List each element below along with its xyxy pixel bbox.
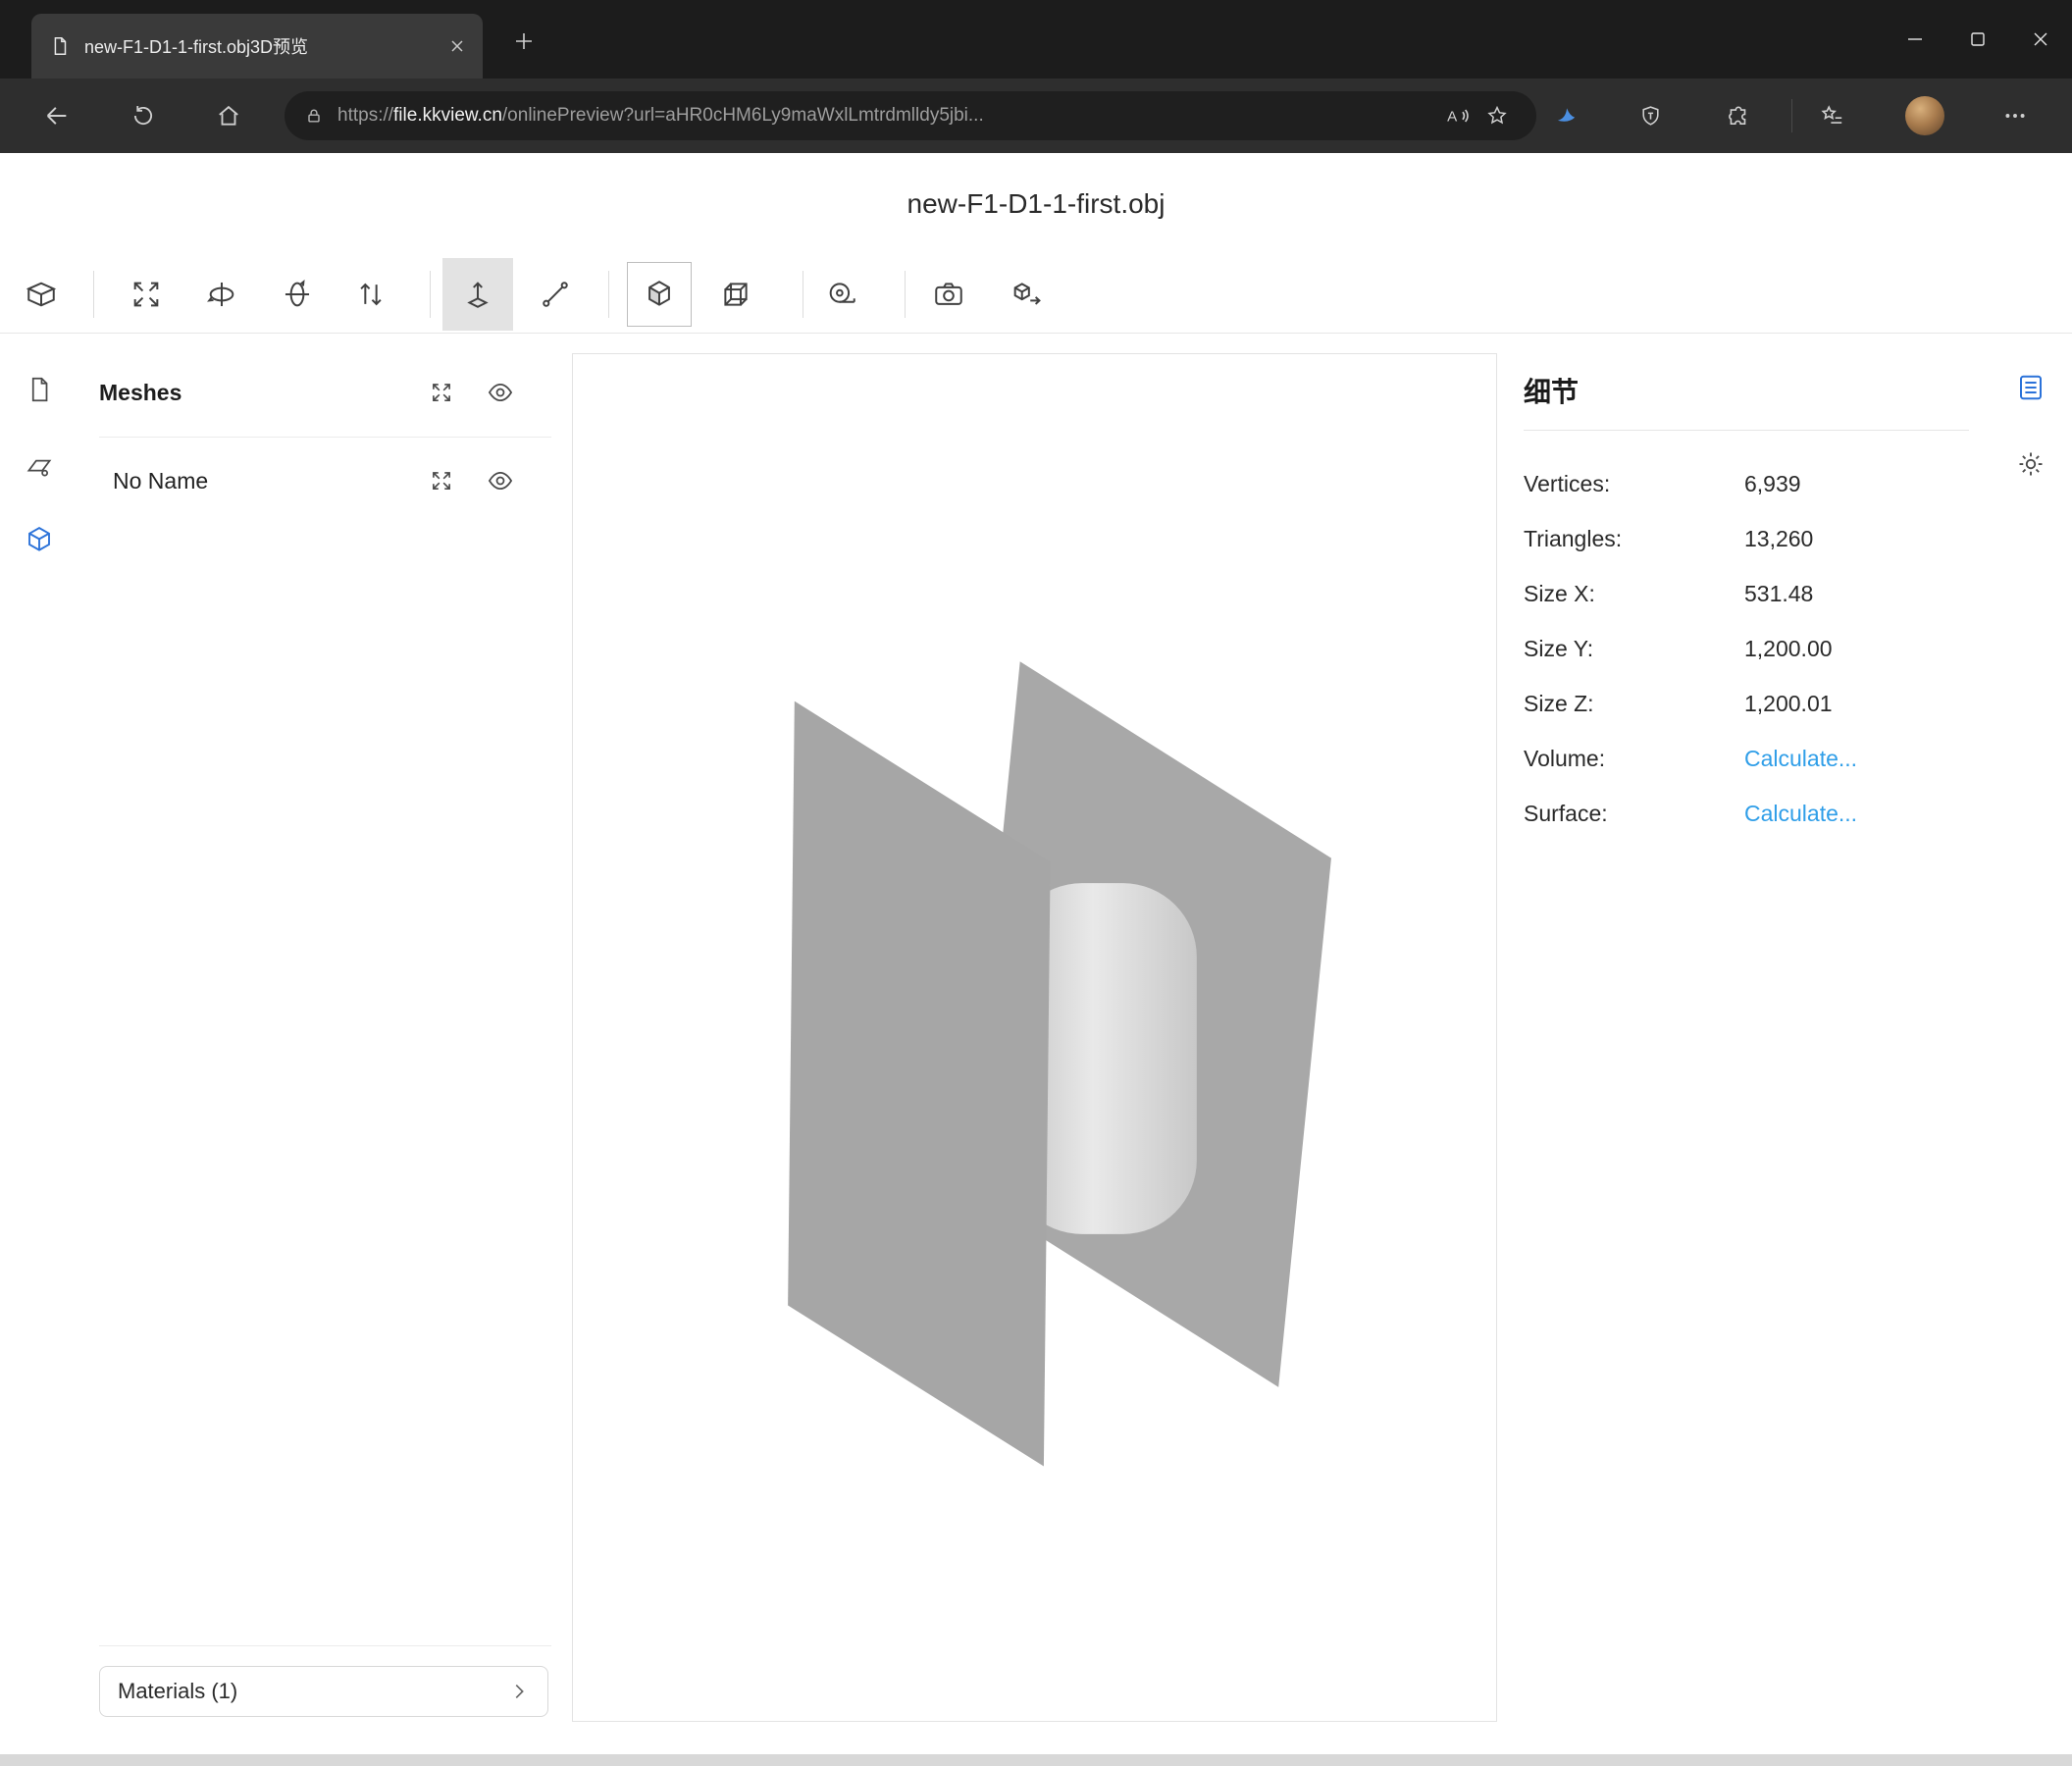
move-tool-button[interactable] (442, 258, 513, 331)
back-icon[interactable] (35, 94, 78, 137)
visibility-all-icon[interactable] (484, 376, 517, 409)
toolbar-separator (93, 271, 94, 318)
detail-row-surface: Surface: Calculate... (1524, 786, 1975, 841)
browser-titlebar: new-F1-D1-1-first.obj3D预览 (0, 0, 2072, 78)
materials-divider (99, 1645, 551, 1646)
meshes-panel: Meshes No Name (79, 353, 551, 1722)
settings-gear-icon[interactable] (2009, 442, 2052, 486)
window-minimize-button[interactable] (1884, 0, 1946, 78)
toolbar-separator (608, 271, 609, 318)
profile-avatar[interactable] (1905, 96, 1944, 135)
detail-value: 1,200.00 (1744, 636, 1833, 662)
detail-row-vertices: Vertices: 6,939 (1524, 456, 1975, 511)
mesh-list-item[interactable]: No Name (99, 459, 551, 502)
detail-value: 531.48 (1744, 581, 1813, 607)
extensions-puzzle-icon[interactable] (1717, 94, 1760, 137)
measure-tape-button[interactable] (814, 267, 869, 322)
detail-label: Size Z: (1524, 691, 1744, 717)
toolbar-separator (430, 271, 431, 318)
calculate-surface-link[interactable]: Calculate... (1744, 801, 1857, 827)
details-divider (1524, 430, 1969, 431)
detail-row-volume: Volume: Calculate... (1524, 731, 1975, 786)
material-tab-icon[interactable] (18, 443, 61, 487)
fit-all-icon[interactable] (425, 376, 458, 409)
svg-text:A: A (1447, 108, 1458, 125)
url-text: https://file.kkview.cn/onlinePreview?url… (337, 105, 1438, 127)
tab-title: new-F1-D1-1-first.obj3D预览 (84, 33, 449, 59)
screenshot-button[interactable] (921, 267, 976, 322)
home-icon[interactable] (207, 94, 250, 137)
export-model-button[interactable] (999, 267, 1054, 322)
orthographic-view-button[interactable] (708, 267, 763, 322)
detail-label: Size X: (1524, 581, 1744, 607)
rotate-horizontal-button[interactable] (194, 267, 249, 322)
fit-mesh-icon[interactable] (425, 464, 458, 497)
toolbar-separator (905, 271, 906, 318)
detail-row-size-z: Size Z: 1,200.01 (1524, 676, 1975, 731)
detail-label: Surface: (1524, 801, 1744, 827)
detail-value: 13,260 (1744, 526, 1813, 552)
chevron-right-icon (508, 1681, 530, 1702)
visibility-mesh-icon[interactable] (484, 464, 517, 497)
page-bottom-strip (0, 1754, 2072, 1766)
url-protocol: https:// (337, 105, 393, 126)
tab-close-icon[interactable] (449, 38, 465, 54)
materials-label: Materials (1) (118, 1679, 237, 1704)
detail-row-size-x: Size X: 531.48 (1524, 566, 1975, 621)
rotate-vertical-button[interactable] (270, 267, 325, 322)
perspective-view-button[interactable] (627, 262, 692, 327)
lock-icon (304, 106, 324, 126)
fit-view-button[interactable] (119, 267, 174, 322)
shield-extension-icon[interactable] (1629, 94, 1672, 137)
file-info-tab-icon[interactable] (18, 368, 61, 411)
window-close-button[interactable] (2009, 0, 2072, 78)
address-bar[interactable]: https://file.kkview.cn/onlinePreview?url… (285, 91, 1536, 140)
favorite-star-icon[interactable] (1477, 96, 1517, 135)
window-maximize-button[interactable] (1946, 0, 2009, 78)
browser-menu-icon[interactable] (1994, 94, 2037, 137)
new-tab-button[interactable] (502, 20, 545, 63)
details-rows: Vertices: 6,939 Triangles: 13,260 Size X… (1524, 456, 1975, 841)
meshes-header-label: Meshes (99, 380, 181, 406)
favorites-hub-icon[interactable] (1811, 94, 1854, 137)
page-file-icon (49, 35, 71, 57)
refresh-icon[interactable] (122, 94, 165, 137)
navbar-divider (1791, 99, 1792, 132)
3d-viewport[interactable] (572, 353, 1497, 1722)
url-domain: file.kkview.cn (393, 105, 502, 126)
flip-vertical-button[interactable] (343, 267, 398, 322)
detail-label: Vertices: (1524, 471, 1744, 497)
details-list-icon[interactable] (2009, 366, 2052, 409)
detail-label: Size Y: (1524, 636, 1744, 662)
window-controls (1884, 0, 2072, 78)
browser-tab[interactable]: new-F1-D1-1-first.obj3D预览 (31, 14, 483, 78)
open-model-button[interactable] (14, 267, 69, 322)
meshes-header-row: Meshes (99, 371, 551, 414)
calculate-volume-link[interactable]: Calculate... (1744, 746, 1857, 772)
materials-button[interactable]: Materials (1) (99, 1666, 548, 1717)
url-path: /onlinePreview?url=aHR0cHM6Ly9maWxlLmtrd… (502, 105, 984, 126)
extension-icon-blue[interactable] (1544, 94, 1587, 137)
detail-value: 6,939 (1744, 471, 1801, 497)
model-tab-icon[interactable] (18, 518, 61, 561)
detail-value: 1,200.01 (1744, 691, 1833, 717)
browser-navbar: https://file.kkview.cn/onlinePreview?url… (0, 78, 2072, 153)
mesh-name-label: No Name (113, 468, 208, 494)
viewer-toolbar (0, 255, 2072, 334)
read-aloud-icon[interactable]: A (1438, 96, 1477, 135)
viewer-page: new-F1-D1-1-first.obj (0, 153, 2072, 1766)
page-title: new-F1-D1-1-first.obj (0, 188, 2072, 220)
meshes-header-divider (99, 437, 551, 438)
draw-line-button[interactable] (528, 267, 583, 322)
details-header: 细节 (1524, 371, 1579, 410)
detail-row-triangles: Triangles: 13,260 (1524, 511, 1975, 566)
detail-row-size-y: Size Y: 1,200.00 (1524, 621, 1975, 676)
detail-label: Triangles: (1524, 526, 1744, 552)
detail-label: Volume: (1524, 746, 1744, 772)
